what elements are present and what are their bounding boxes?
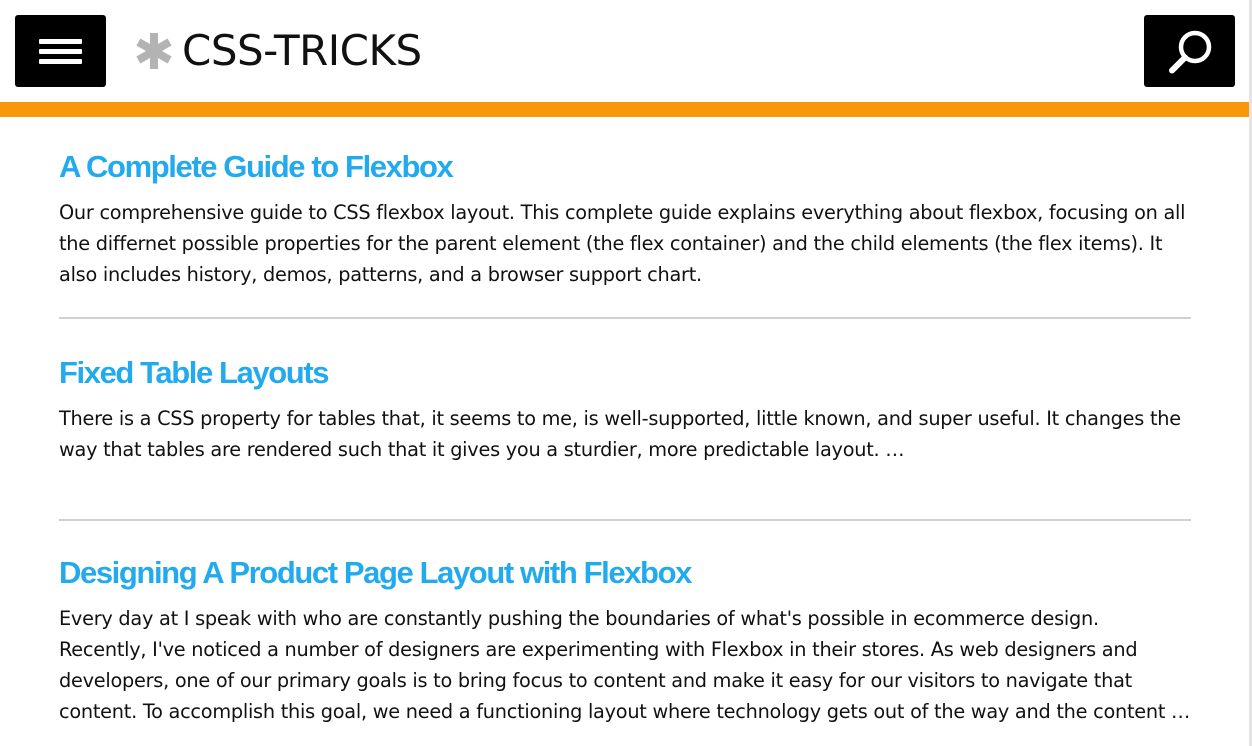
search-icon	[1169, 30, 1212, 74]
article-list: A Complete Guide to Flexbox Our comprehe…	[59, 145, 1191, 727]
menu-button[interactable]	[15, 15, 106, 87]
article-item: Designing A Product Page Layout with Fle…	[59, 551, 1191, 727]
article-excerpt: Every day at I speak with who are consta…	[59, 607, 1191, 723]
accent-bar	[0, 102, 1249, 117]
page: CSS-TRICKS A Complete Guide to Flexbox O…	[0, 0, 1252, 746]
search-button[interactable]	[1144, 15, 1235, 87]
site-header: CSS-TRICKS	[0, 0, 1249, 102]
logo-text: CSS-TRICKS	[182, 26, 422, 75]
article-excerpt: There is a CSS property for tables that,…	[59, 407, 1181, 461]
article-title-link[interactable]: A Complete Guide to Flexbox	[59, 145, 1191, 189]
site-logo[interactable]: CSS-TRICKS	[134, 26, 422, 76]
asterisk-star-icon	[136, 33, 172, 69]
article-excerpt: Our comprehensive guide to CSS flexbox l…	[59, 201, 1186, 286]
article-title-link[interactable]: Designing A Product Page Layout with Fle…	[59, 551, 1191, 595]
article-title-link[interactable]: Fixed Table Layouts	[59, 351, 1191, 395]
article-item: Fixed Table Layouts There is a CSS prope…	[59, 351, 1191, 521]
article-item: A Complete Guide to Flexbox Our comprehe…	[59, 145, 1191, 319]
